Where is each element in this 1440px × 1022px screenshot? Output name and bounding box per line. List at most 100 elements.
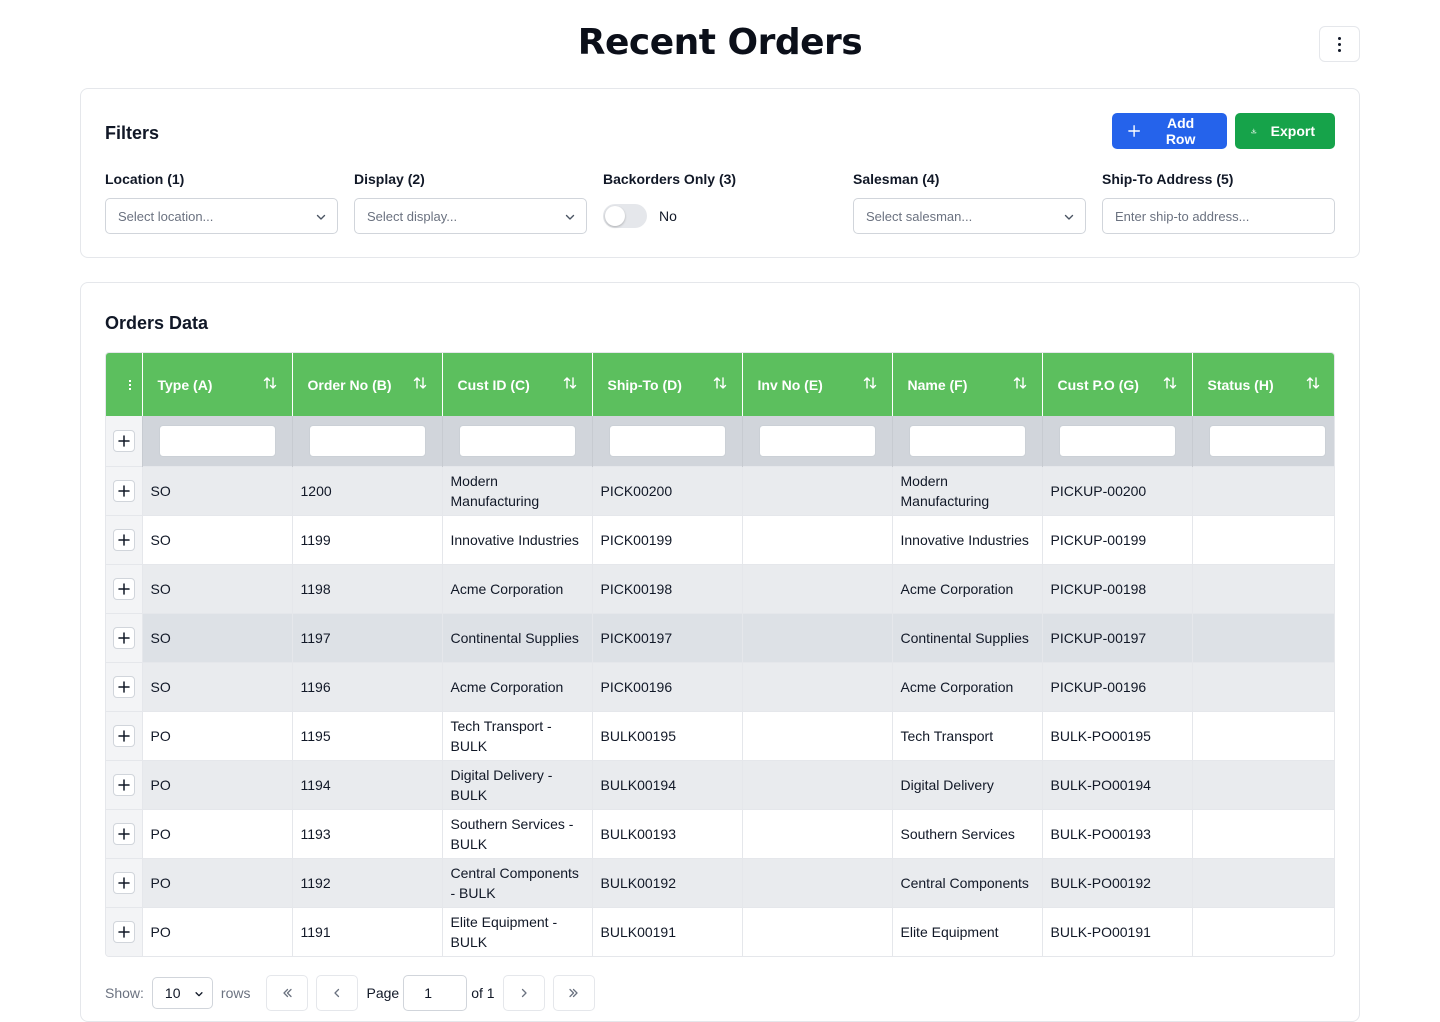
column-filter-input[interactable] [158,424,276,457]
plus-icon [118,876,130,889]
rows-per-page-select[interactable]: 10 [151,977,213,1009]
sort-icon[interactable] [712,375,728,394]
row-expand-button[interactable] [112,479,135,502]
next-page-button[interactable] [502,975,545,1011]
column-header-label: Name (F) [907,376,968,393]
table-cell: BULK-PO00193 [1042,808,1193,858]
chevron-down-icon [316,214,326,220]
salesman-select[interactable]: Select salesman... [853,198,1086,234]
column-header[interactable]: Cust P.O (G) [1042,353,1193,416]
row-expand-button[interactable] [112,626,135,649]
page-number-input[interactable]: 1 [403,975,468,1011]
plus-icon [118,778,130,791]
column-filter-input[interactable] [1058,424,1176,457]
column-filter-cell [442,416,593,466]
sort-icon[interactable] [862,375,878,394]
column-header[interactable]: Inv No (E) [742,353,893,416]
chevrons-right-icon [568,988,578,998]
page-title: Recent Orders [577,22,863,63]
table-cell: PICK00199 [592,514,743,564]
table-cell [742,808,893,858]
row-expand-button[interactable] [112,577,135,600]
first-page-button[interactable] [266,975,309,1011]
column-menu-header[interactable] [106,353,143,416]
table-row[interactable]: PO 1195 Tech Transport - BULK BULK00195 Tech… [106,710,1334,760]
column-filter-input[interactable] [908,424,1026,457]
table-row[interactable]: PO 1191 Elite Equipment - BULK BULK00191 Eli… [106,906,1334,956]
column-header-label: Inv No (E) [757,376,823,393]
table-cell: BULK-PO00195 [1042,710,1193,760]
filters-card: Filters Add Row Export Location (1) Sele… [80,88,1360,258]
column-header-label: Ship-To (D) [607,376,682,393]
column-filter-input[interactable] [758,424,876,457]
column-filter-input[interactable] [1208,424,1326,457]
column-header-label: Order No (B) [307,376,392,393]
row-expand-button[interactable] [112,675,135,698]
column-header[interactable]: Cust ID (C) [442,353,593,416]
table-cell [1192,563,1334,613]
sort-icon[interactable] [562,375,578,394]
add-row-button[interactable]: Add Row [1112,113,1227,149]
column-header[interactable]: Name (F) [892,353,1043,416]
table-cell: BULK00195 [592,710,743,760]
plus-icon [118,484,130,497]
table-row[interactable]: PO 1194 Digital Delivery - BULK BULK00194 Di… [106,759,1334,809]
column-header[interactable]: Type (A) [142,353,293,416]
sort-icon[interactable] [1162,375,1178,394]
orders-table: Type (A) Order No (B) Cust ID (C) Ship-To (… [106,353,1334,956]
row-expand-button[interactable] [112,528,135,551]
column-header[interactable]: Ship-To (D) [592,353,743,416]
ship-to-field[interactable] [1102,198,1335,234]
table-cell: Elite Equipment - BULK [442,906,593,956]
plus-icon [118,926,130,938]
page-number-value: 1 [424,985,432,1001]
column-filter-input[interactable] [608,424,726,457]
sort-icon[interactable] [1305,375,1321,394]
table-row[interactable]: PO 1192 Central Components - BULK BULK00192… [106,857,1334,907]
display-select[interactable]: Select display... [354,198,587,234]
row-expand-button[interactable] [112,724,135,747]
table-row[interactable]: SO 1197 Continental Supplies PICK00197 Conti… [106,612,1334,662]
table-row[interactable]: SO 1196 Acme Corporation PICK00196 Acme Corp… [106,661,1334,711]
column-header[interactable]: Order No (B) [292,353,443,416]
table-cell [742,759,893,809]
backorders-toggle[interactable] [603,204,647,228]
table-cell [742,906,893,956]
ship-to-input[interactable] [1115,208,1322,224]
table-cell: 1197 [292,612,443,662]
plus-icon [118,680,130,693]
sort-icon[interactable] [1012,375,1028,394]
table-cell: PICKUP-00199 [1042,514,1193,564]
table-cell: BULK00191 [592,906,743,956]
row-expand-button[interactable] [112,871,135,894]
sort-icon[interactable] [262,375,278,394]
table-row[interactable]: SO 1200 Modern Manufacturing PICK00200 Moder… [106,465,1334,515]
download-icon [1251,128,1257,134]
table-row[interactable]: PO 1193 Southern Services - BULK BULK00193 S… [106,808,1334,858]
sort-icon[interactable] [412,375,428,394]
last-page-button[interactable] [552,975,595,1011]
add-filter-button[interactable] [112,429,135,452]
export-button[interactable]: Export [1235,113,1335,149]
chevron-down-icon [1064,214,1074,220]
location-select[interactable]: Select location... [105,198,338,234]
row-expand-button[interactable] [112,773,135,796]
rows-label: rows [220,985,251,1001]
row-expand-cell [106,906,143,956]
table-cell: PO [142,710,293,760]
column-filter-input[interactable] [308,424,426,457]
chevron-right-icon [521,988,527,998]
column-filter-cell [742,416,893,466]
table-cell: BULK-PO00194 [1042,759,1193,809]
table-row[interactable]: SO 1199 Innovative Industries PICK00199 Inno… [106,514,1334,564]
page-menu-button[interactable] [1319,26,1360,62]
plus-icon [1128,125,1141,137]
row-expand-button[interactable] [112,920,135,943]
page-of-label: of 1 [471,985,495,1001]
table-row[interactable]: SO 1198 Acme Corporation PICK00198 Acme Corp… [106,563,1334,613]
column-menu-icon [128,379,131,390]
prev-page-button[interactable] [316,975,359,1011]
column-header[interactable]: Status (H) [1192,353,1334,416]
row-expand-button[interactable] [112,822,135,845]
column-filter-input[interactable] [458,424,576,457]
